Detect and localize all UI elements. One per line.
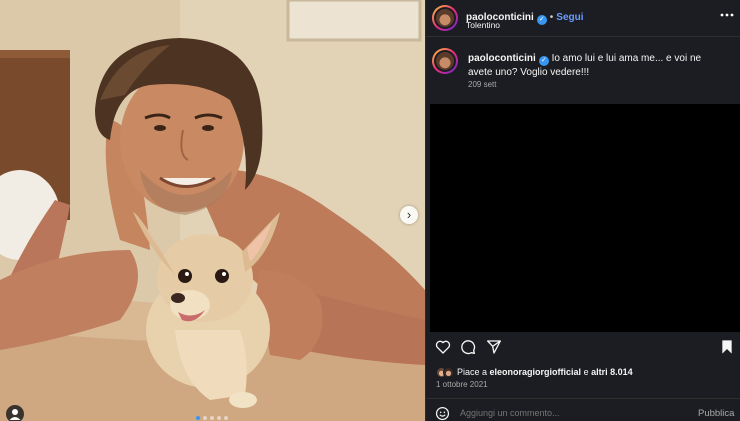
likes-and: e [583,367,589,377]
likes-count-link[interactable]: altri 8.014 [591,367,633,377]
carousel-dot [196,416,200,420]
carousel-dot [210,416,214,420]
comment-input[interactable] [460,408,680,418]
follow-button[interactable]: Segui [556,12,583,23]
separator-dot: • [549,12,554,23]
publish-button[interactable]: Pubblica [698,408,734,419]
likes-text: Piace a eleonoragiorgiofficial e altri 8… [457,367,633,377]
liker-username-link[interactable]: eleonoragiorgiofficial [490,367,582,377]
user-tag-icon [9,409,21,420]
verified-badge-icon: ✓ [536,15,547,25]
carousel-dot [203,416,207,420]
heart-icon[interactable] [435,339,451,360]
carousel-next-button[interactable]: › [400,206,418,224]
likes-summary: Piace a eleonoragiorgiofficial e altri 8… [436,366,633,378]
bookmark-icon[interactable] [720,339,734,360]
more-options-icon[interactable] [720,8,734,25]
photo-illustration [0,0,425,421]
location-link[interactable]: Tolentino [466,20,500,30]
user-tag-button[interactable] [6,405,24,421]
comment-bar: Pubblica [426,398,740,421]
emoji-icon[interactable] [435,406,450,421]
carousel-dot [217,416,221,420]
post-caption: paoloconticini ✓ Io amo lui e lui ama me.… [468,52,728,79]
post-photo: › [0,0,425,421]
likes-prefix: Piace a [457,367,488,377]
post-side-panel: paoloconticini ✓ • Segui Tolentino paolocon… [425,0,740,421]
post-header: paoloconticini ✓ • Segui Tolentino [426,0,740,37]
verified-badge-icon: ✓ [538,56,549,66]
avatar[interactable] [432,5,458,31]
chevron-right-icon: › [406,207,412,222]
post-date: 1 ottobre 2021 [436,380,488,389]
caption-avatar[interactable] [432,48,458,74]
comment-icon[interactable] [460,339,476,360]
caption-username-link[interactable]: paoloconticini [468,53,536,64]
share-icon[interactable] [486,339,502,360]
liker-avatar [443,366,454,378]
comments-area [430,104,740,332]
caption-timestamp[interactable]: 209 sett [468,80,496,89]
more-options-glyph [720,13,734,17]
carousel-dot [224,416,228,420]
action-bar [426,337,740,359]
carousel-indicator [196,416,228,420]
